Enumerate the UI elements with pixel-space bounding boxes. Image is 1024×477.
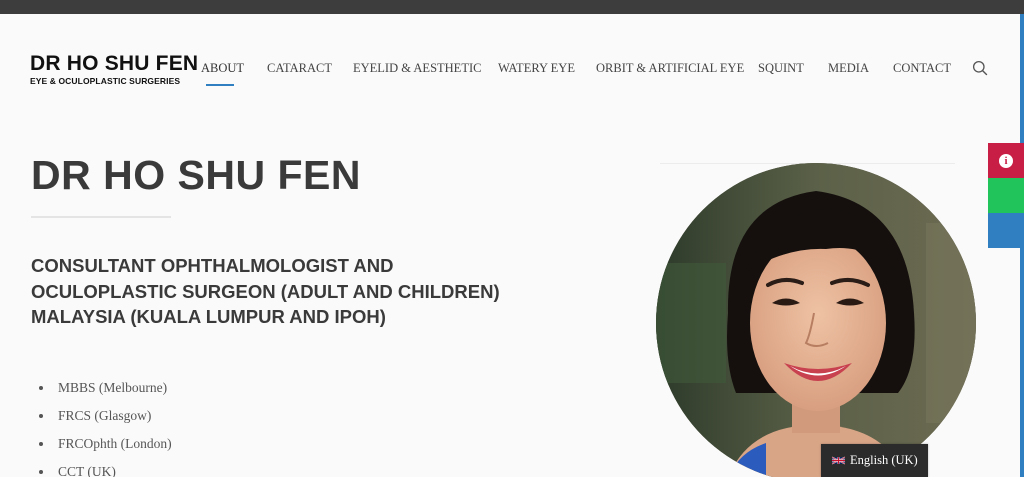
nav-item-squint[interactable]: SQUINT [758,61,804,76]
nav-item-cataract[interactable]: CATARACT [267,61,332,76]
language-switcher[interactable]: English (UK) [821,444,928,477]
nav-item-orbit-artificial-eye[interactable]: ORBIT & ARTIFICIAL EYE [596,61,744,76]
doctor-portrait [656,163,976,477]
logo-title: DR HO SHU FEN [30,52,199,75]
site-logo[interactable]: DR HO SHU FEN EYE & OCULOPLASTIC SURGERI… [30,53,198,87]
side-tab-green[interactable] [988,178,1024,213]
active-nav-underline [206,84,234,86]
title-divider [31,216,171,218]
side-action-tabs: i [988,143,1024,248]
nav-item-eyelid-aesthetic[interactable]: EYELID & AESTHETIC [353,61,481,76]
language-label: English (UK) [850,453,918,467]
qualification-item: MBBS (Melbourne) [38,374,172,402]
qualifications-list: MBBS (Melbourne) FRCS (Glasgow) FRCOphth… [38,374,172,477]
side-tab-info[interactable]: i [988,143,1024,178]
qualification-item: FRCS (Glasgow) [38,402,172,430]
portrait-illustration [656,163,976,477]
nav-item-about[interactable]: ABOUT [201,61,244,76]
logo-subtitle: EYE & OCULOPLASTIC SURGERIES [30,76,181,86]
info-icon: i [999,153,1013,168]
top-bar [0,0,1024,14]
page-title: DR HO SHU FEN [31,152,361,198]
page-subtitle: CONSULTANT OPHTHALMOLOGIST AND OCULOPLAS… [31,255,500,327]
qualification-item: CCT (UK) [38,458,172,477]
side-tab-blue[interactable] [988,213,1024,248]
nav-item-contact[interactable]: CONTACT [893,61,951,76]
nav-item-watery-eye[interactable]: WATERY EYE [498,61,575,76]
qualification-item: FRCOphth (London) [38,430,172,458]
search-icon[interactable] [972,60,988,76]
uk-flag-icon [832,456,845,465]
nav-item-media[interactable]: MEDIA [828,61,869,76]
